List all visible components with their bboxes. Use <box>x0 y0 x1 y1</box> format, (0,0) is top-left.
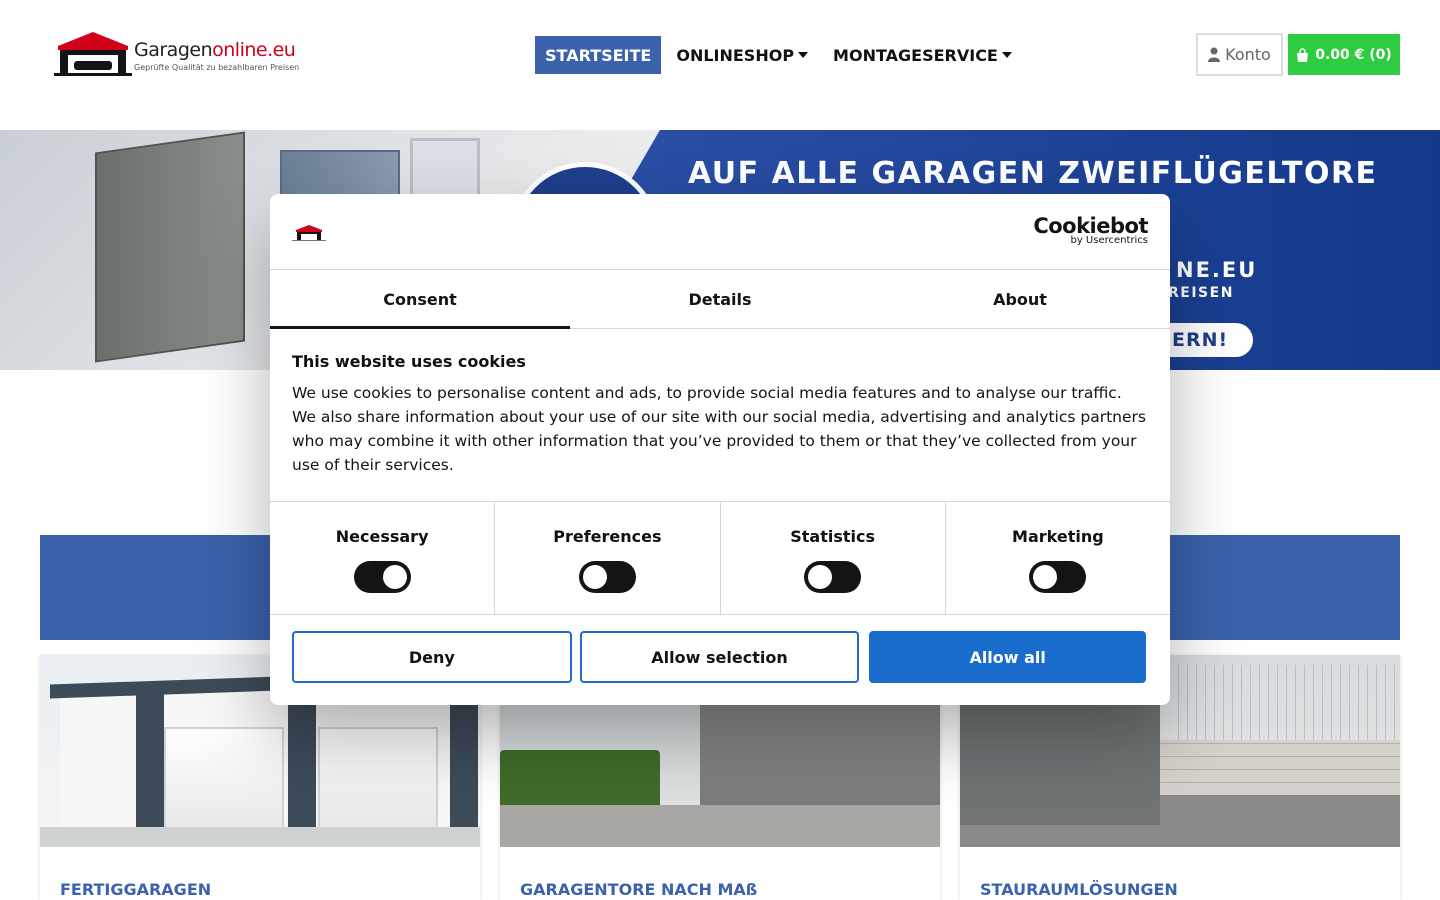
cookie-description: We use cookies to personalise content an… <box>292 384 1146 474</box>
cookie-preferences: Necessary Preferences Statistics Marketi… <box>270 501 1170 615</box>
banner-title: AUF ALLE GARAGEN ZWEIFLÜGELTORE <box>688 156 1378 191</box>
user-icon <box>1208 47 1221 62</box>
account-button[interactable]: Konto <box>1196 33 1283 76</box>
cookie-text-section: This website uses cookies We use cookies… <box>270 329 1170 501</box>
site-logo-mini-icon <box>292 225 326 241</box>
garage-logo-icon <box>54 32 132 76</box>
pref-marketing: Marketing <box>944 502 1170 614</box>
preferences-toggle[interactable] <box>578 561 636 593</box>
cookie-tabs: Consent Details About <box>270 270 1170 329</box>
cart-button[interactable]: 0.00 € (0) <box>1288 34 1400 75</box>
caret-down-icon <box>798 52 809 58</box>
allow-selection-button[interactable]: Allow selection <box>579 631 860 683</box>
pref-label: Preferences <box>553 527 662 546</box>
tab-details[interactable]: Details <box>570 270 870 328</box>
pref-necessary: Necessary <box>270 502 494 614</box>
pref-label: Marketing <box>1012 527 1104 546</box>
site-logo[interactable]: Garagenonline.eu Geprüfte Qualität zu be… <box>54 28 299 78</box>
pref-label: Necessary <box>335 527 429 546</box>
deny-button[interactable]: Deny <box>292 631 572 683</box>
pref-statistics: Statistics <box>719 502 945 614</box>
shopping-bag-icon <box>1297 47 1309 62</box>
necessary-toggle[interactable] <box>353 561 411 593</box>
cookie-consent-dialog: Cookiebot by Usercentrics Consent Detail… <box>270 194 1170 705</box>
double-door-image <box>95 131 245 363</box>
cart-total: 0.00 € (0) <box>1315 46 1392 63</box>
cookiebot-byline: by Usercentrics <box>1070 235 1148 246</box>
cookie-heading: This website uses cookies <box>292 352 526 371</box>
caret-down-icon <box>1001 52 1012 58</box>
banner-domain: NE.EU <box>1176 258 1258 282</box>
nav-startseite[interactable]: STARTSEITE <box>535 36 662 74</box>
cookie-actions: Deny Allow selection Allow all <box>270 615 1170 683</box>
marketing-toggle[interactable] <box>1029 561 1087 593</box>
pref-preferences: Preferences <box>494 502 719 614</box>
nav-montageservice[interactable]: MONTAGESERVICE <box>823 36 1022 74</box>
site-header: Garagenonline.eu Geprüfte Qualität zu be… <box>0 0 1440 130</box>
allow-all-button[interactable]: Allow all <box>869 631 1147 683</box>
statistics-toggle[interactable] <box>804 561 862 593</box>
account-label: Konto <box>1225 45 1271 64</box>
card-title[interactable]: GARAGENTORE NACH MAß <box>520 880 757 899</box>
tab-consent[interactable]: Consent <box>270 270 570 329</box>
pref-label: Statistics <box>790 527 875 546</box>
logo-text: Garagenonline.eu <box>134 39 296 61</box>
main-nav: STARTSEITE ONLINESHOP MONTAGESERVICE <box>535 36 1027 74</box>
cookie-dialog-header: Cookiebot by Usercentrics <box>270 194 1170 270</box>
banner-subtitle: REISEN <box>1168 285 1234 301</box>
nav-onlineshop[interactable]: ONLINESHOP <box>666 36 818 74</box>
card-title[interactable]: FERTIGGARAGEN <box>60 880 211 899</box>
card-title[interactable]: STAURAUMLÖSUNGEN <box>980 880 1178 899</box>
logo-tagline: Geprüfte Qualität zu bezahlbaren Preisen <box>134 63 300 72</box>
tab-about[interactable]: About <box>870 270 1170 328</box>
